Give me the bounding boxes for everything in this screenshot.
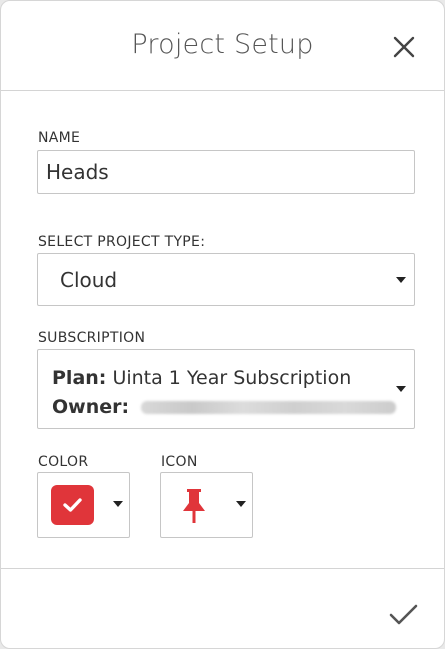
- owner-value-redacted: [141, 401, 397, 414]
- color-label: COLOR: [38, 454, 89, 470]
- project-type-value: Cloud: [60, 268, 118, 292]
- subscription-owner: Owner:: [52, 396, 397, 418]
- chevron-down-icon: [396, 386, 406, 392]
- icon-picker[interactable]: [160, 472, 253, 538]
- owner-label: Owner:: [52, 396, 130, 418]
- footer-divider: [1, 568, 444, 569]
- subscription-label: SUBSCRIPTION: [38, 330, 146, 346]
- checkmark-icon: [63, 498, 82, 512]
- name-input[interactable]: [37, 150, 415, 194]
- project-setup-dialog: Project Setup NAME SELECT PROJECT TYPE: …: [0, 0, 445, 649]
- chevron-down-icon: [396, 277, 406, 283]
- subscription-plan: Plan: Uinta 1 Year Subscription: [52, 367, 351, 389]
- pushpin-icon: [183, 489, 205, 523]
- close-icon: [393, 36, 415, 58]
- chevron-down-icon: [113, 501, 123, 507]
- plan-label: Plan:: [52, 367, 107, 389]
- project-type-select[interactable]: Cloud: [37, 253, 415, 306]
- dialog-title: Project Setup: [131, 29, 314, 60]
- dialog-header: Project Setup: [1, 1, 444, 91]
- plan-value: Uinta 1 Year Subscription: [112, 367, 352, 389]
- project-type-label: SELECT PROJECT TYPE:: [38, 234, 206, 250]
- name-label: NAME: [38, 130, 81, 146]
- color-picker[interactable]: [37, 472, 130, 538]
- confirm-button[interactable]: [387, 601, 421, 629]
- close-button[interactable]: [389, 32, 419, 62]
- subscription-select[interactable]: Plan: Uinta 1 Year Subscription Owner:: [37, 349, 415, 429]
- icon-label: ICON: [161, 454, 198, 470]
- checkmark-icon: [389, 604, 418, 625]
- chevron-down-icon: [236, 501, 246, 507]
- color-swatch: [51, 485, 94, 525]
